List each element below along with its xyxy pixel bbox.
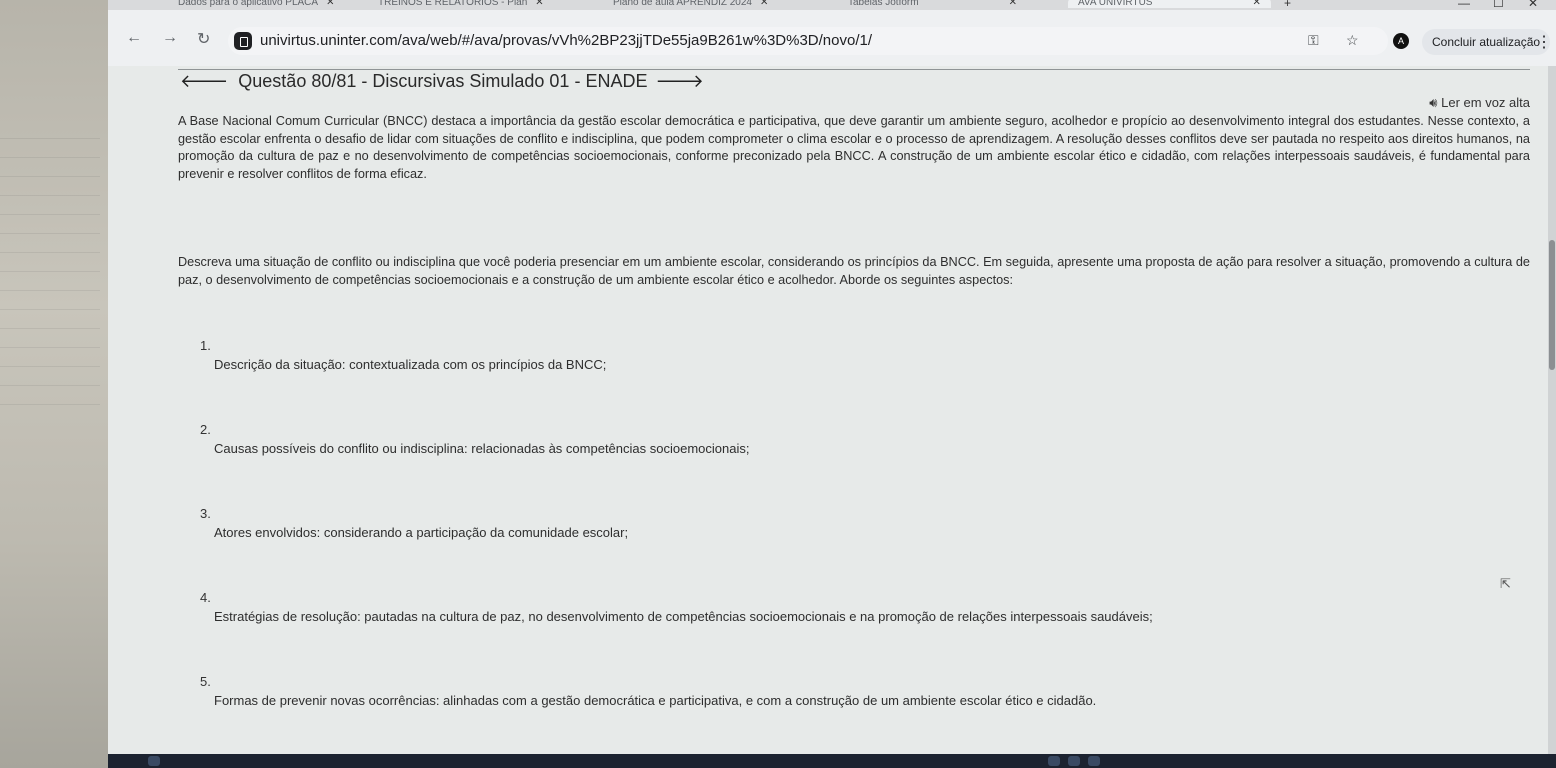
list-number: 5.	[200, 674, 211, 689]
speaker-icon: 🔊︎	[1429, 95, 1438, 110]
read-aloud-button[interactable]: 🔊︎ Ler em voz alta	[1429, 95, 1530, 111]
back-icon[interactable]: ←	[126, 29, 142, 47]
tab-dados[interactable]: Dados para o aplicativo PLACA ✕	[178, 0, 334, 8]
reload-icon[interactable]: ↻	[197, 29, 210, 49]
paper-lines	[0, 120, 100, 420]
window-close-icon[interactable]: ✕	[1528, 0, 1538, 10]
tab-label: AVA UNIVIRTUS	[1078, 0, 1153, 8]
question-prompt: Descreva uma situação de conflito ou ind…	[178, 255, 1530, 287]
question-title: Questão 80/81 - Discursivas Simulado 01 …	[238, 71, 648, 91]
kebab-menu-icon[interactable]: ⋮	[1536, 32, 1552, 52]
taskbar-app-icon[interactable]	[1048, 756, 1060, 766]
maximize-icon[interactable]: ☐	[1493, 0, 1504, 10]
list-item-text: Atores envolvidos: considerando a partic…	[214, 525, 629, 540]
monitor: Dados para o aplicativo PLACA ✕ TREINOS E…	[108, 0, 1556, 768]
list-number: 2.	[200, 422, 211, 437]
previous-question-icon[interactable]: 🡐	[180, 71, 228, 91]
close-icon[interactable]: ✕	[535, 0, 543, 8]
close-icon[interactable]: ✕	[326, 0, 334, 8]
question-context: A Base Nacional Comum Curricular (BNCC) …	[178, 114, 1530, 181]
next-question-icon[interactable]: 🡒	[655, 71, 703, 91]
mouse-cursor-icon: ⇱	[1500, 576, 1511, 591]
close-icon[interactable]: ✕	[1009, 0, 1017, 8]
star-icon[interactable]: ☆	[1346, 32, 1359, 49]
list-item-text: Estratégias de resolução: pautadas na cu…	[214, 609, 1153, 624]
taskbar-app-icon[interactable]	[1088, 756, 1100, 766]
taskbar-app-icon[interactable]	[148, 756, 160, 766]
question-header: 🡐 Questão 80/81 - Discursivas Simulado 01…	[180, 71, 704, 92]
taskbar	[108, 754, 1556, 768]
list-number: 1.	[200, 338, 211, 353]
list-item-text: Formas de prevenir novas ocorrências: al…	[214, 693, 1097, 708]
forward-icon[interactable]: →	[162, 29, 178, 47]
tab-label: Dados para o aplicativo PLACA	[178, 0, 319, 8]
url-text[interactable]: univirtus.uninter.com/ava/web/#/ava/prov…	[260, 32, 872, 49]
read-aloud-label: Ler em voz alta	[1441, 95, 1530, 110]
list-number: 3.	[200, 506, 211, 521]
tab-label: Plano de aula APRENDIZ 2024	[613, 0, 752, 8]
address-bar[interactable]: univirtus.uninter.com/ava/web/#/ava/prov…	[228, 27, 1388, 55]
tab-ava-univirtus[interactable]: AVA UNIVIRTUS ✕	[1068, 0, 1271, 8]
close-icon[interactable]: ✕	[1252, 0, 1260, 8]
taskbar-app-icon[interactable]	[1068, 756, 1080, 766]
divider	[178, 69, 1530, 70]
profile-avatar[interactable]: A	[1393, 33, 1409, 49]
desk-background	[0, 0, 112, 768]
page-content: 🡐 Questão 80/81 - Discursivas Simulado 01…	[108, 66, 1548, 754]
list-number: 4.	[200, 590, 211, 605]
list-item-text: Descrição da situação: contextualizada c…	[214, 357, 607, 372]
update-button[interactable]: Concluir atualização	[1422, 29, 1551, 55]
scrollbar-thumb[interactable]	[1549, 240, 1555, 370]
tab-plano-aula[interactable]: Plano de aula APRENDIZ 2024 ✕	[613, 0, 768, 8]
new-tab-icon[interactable]: +	[1284, 0, 1291, 10]
browser-toolbar: ← → ↻ univirtus.uninter.com/ava/web/#/av…	[108, 10, 1556, 66]
close-icon[interactable]: ✕	[760, 0, 768, 8]
tab-label: TREINOS E RELATÓRIOS - Plan	[378, 0, 528, 8]
tab-treinos[interactable]: TREINOS E RELATÓRIOS - Plan ✕	[378, 0, 544, 8]
tab-strip: Dados para o aplicativo PLACA ✕ TREINOS E…	[108, 0, 1556, 10]
minimize-icon[interactable]: —	[1458, 0, 1470, 10]
page-scrollbar[interactable]	[1548, 66, 1556, 754]
list-item-text: Causas possíveis do conflito ou indiscip…	[214, 441, 750, 456]
tab-label: Tabelas Jotform	[848, 0, 919, 8]
key-icon[interactable]: ⚿	[1308, 32, 1319, 49]
site-info-icon[interactable]	[234, 32, 252, 50]
tab-tabelas[interactable]: Tabelas Jotform ✕	[848, 0, 1017, 8]
